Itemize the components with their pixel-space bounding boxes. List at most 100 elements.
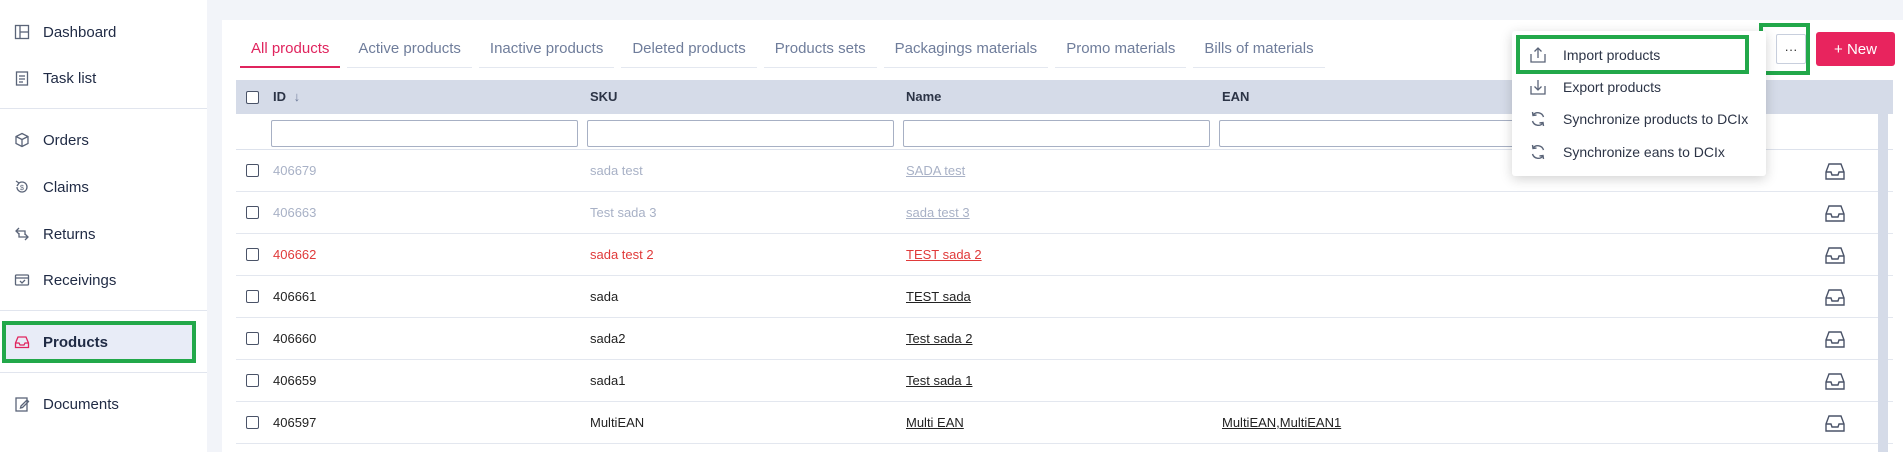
product-name-link[interactable]: sada test 3 — [906, 192, 970, 234]
table-row[interactable]: 406661 sada TEST sada — [236, 276, 1893, 318]
row-checkbox[interactable] — [246, 290, 259, 303]
more-actions-button[interactable]: ··· — [1776, 34, 1806, 64]
tab-promo-materials[interactable]: Promo materials — [1055, 38, 1187, 68]
refund-icon: $ — [13, 178, 31, 196]
sidebar-item-receivings[interactable]: Receivings — [6, 261, 193, 299]
box-icon — [13, 131, 31, 149]
menu-item-label: Export products — [1563, 79, 1662, 95]
table-row[interactable]: 406663 Test sada 3 sada test 3 — [236, 192, 1893, 234]
cell-id: 406679 — [273, 163, 317, 178]
tab-active-products[interactable]: Active products — [347, 38, 472, 68]
sidebar-item-label: Dashboard — [43, 23, 117, 41]
menu-item-sync-products[interactable]: Synchronize products to DCIx — [1512, 104, 1766, 134]
menu-item-label: Synchronize eans to DCIx — [1563, 144, 1725, 160]
sidebar-item-label: Returns — [43, 225, 96, 243]
sidebar-item-label: Documents — [43, 395, 119, 413]
filter-sku-input[interactable] — [587, 120, 894, 147]
column-header-sku[interactable]: SKU — [590, 80, 617, 114]
menu-item-import-products[interactable]: Import products — [1512, 40, 1766, 70]
inbox-icon[interactable] — [1824, 371, 1846, 391]
cell-sku: sada — [590, 289, 619, 304]
ean-link[interactable]: MultiEAN,MultiEAN1 — [1222, 402, 1341, 444]
product-name-link[interactable]: TEST sada 2 — [906, 234, 982, 276]
select-all-checkbox[interactable] — [246, 91, 259, 104]
sidebar-item-label: Receivings — [43, 271, 117, 289]
clipboard-icon — [13, 69, 31, 87]
cell-id: 406662 — [273, 247, 317, 262]
column-header-ean[interactable]: EAN — [1222, 80, 1249, 114]
inbox-icon[interactable] — [1824, 329, 1846, 349]
sidebar-item-label: Products — [43, 333, 109, 351]
sidebar-item-claims[interactable]: $ Claims — [6, 168, 193, 206]
product-name-link[interactable]: TEST sada — [906, 276, 971, 318]
table-row[interactable]: 406659 sada1 Test sada 1 — [236, 360, 1893, 402]
arrow-down-icon: ↓ — [293, 89, 301, 104]
receiving-icon — [13, 271, 31, 289]
dashboard-icon — [13, 23, 31, 41]
tabs: All products Active products Inactive pr… — [240, 38, 1332, 68]
inbox-icon[interactable] — [1824, 161, 1846, 181]
inbox-icon[interactable] — [1824, 203, 1846, 223]
row-checkbox[interactable] — [246, 206, 259, 219]
sidebar: Dashboard Task list Orders $ Claims Retu… — [0, 0, 207, 452]
cell-id: 406663 — [273, 205, 317, 220]
column-header-id[interactable]: ID ↓ — [273, 80, 300, 114]
table-row[interactable]: 406660 sada2 Test sada 2 — [236, 318, 1893, 360]
product-name-link[interactable]: Multi EAN — [906, 402, 964, 444]
cell-sku: MultiEAN — [590, 415, 645, 430]
cell-sku: sada1 — [590, 373, 626, 388]
row-checkbox[interactable] — [246, 416, 259, 429]
sidebar-item-dashboard[interactable]: Dashboard — [6, 13, 193, 51]
download-icon — [1527, 76, 1549, 98]
product-name-link[interactable]: SADA test — [906, 150, 965, 192]
product-name-link[interactable]: Test sada 1 — [906, 360, 973, 402]
inbox-icon[interactable] — [1824, 245, 1846, 265]
table-row[interactable]: 406597 MultiEAN Multi EAN MultiEAN,Multi… — [236, 402, 1893, 444]
sidebar-item-documents[interactable]: Documents — [6, 385, 193, 423]
filter-ean-input[interactable] — [1219, 120, 1529, 147]
cell-id: 406661 — [273, 289, 317, 304]
tab-bills-of-materials[interactable]: Bills of materials — [1193, 38, 1325, 68]
svg-text:$: $ — [20, 185, 24, 192]
cell-sku: sada test 2 — [590, 247, 654, 262]
tab-deleted-products[interactable]: Deleted products — [621, 38, 757, 68]
row-checkbox[interactable] — [246, 374, 259, 387]
cell-id: 406660 — [273, 331, 317, 346]
divider — [0, 372, 207, 373]
divider — [0, 310, 207, 311]
product-name-link[interactable]: Test sada 2 — [906, 318, 973, 360]
tab-products-sets[interactable]: Products sets — [763, 38, 877, 68]
sidebar-item-products[interactable]: Products — [6, 323, 193, 361]
tab-all-products[interactable]: All products — [240, 38, 341, 68]
cell-sku: Test sada 3 — [590, 205, 657, 220]
inbox-icon — [13, 333, 31, 351]
sidebar-item-orders[interactable]: Orders — [6, 121, 193, 159]
upload-icon — [1527, 44, 1549, 66]
inbox-icon[interactable] — [1824, 287, 1846, 307]
sidebar-item-task-list[interactable]: Task list — [6, 59, 193, 97]
row-checkbox[interactable] — [246, 164, 259, 177]
actions-dropdown-menu: Import products Export products Synchron… — [1512, 31, 1766, 176]
cell-id: 406659 — [273, 373, 317, 388]
table-row[interactable]: 406662 sada test 2 TEST sada 2 — [236, 234, 1893, 276]
cell-sku: sada2 — [590, 331, 626, 346]
filter-id-input[interactable] — [271, 120, 578, 147]
row-checkbox[interactable] — [246, 248, 259, 261]
tab-inactive-products[interactable]: Inactive products — [478, 38, 615, 68]
tab-packagings-materials[interactable]: Packagings materials — [883, 38, 1049, 68]
sidebar-item-returns[interactable]: Returns — [6, 215, 193, 253]
inbox-icon[interactable] — [1824, 413, 1846, 433]
menu-item-export-products[interactable]: Export products — [1512, 72, 1766, 102]
menu-item-label: Synchronize products to DCIx — [1563, 111, 1749, 127]
sidebar-item-label: Claims — [43, 178, 89, 196]
menu-item-sync-eans[interactable]: Synchronize eans to DCIx — [1512, 137, 1766, 167]
divider — [0, 108, 207, 109]
returns-icon — [13, 225, 31, 243]
column-header-name[interactable]: Name — [906, 80, 941, 114]
cell-sku: sada test — [590, 163, 643, 178]
row-checkbox[interactable] — [246, 332, 259, 345]
sidebar-item-label: Orders — [43, 131, 89, 149]
new-button[interactable]: + New — [1816, 32, 1895, 66]
filter-name-input[interactable] — [903, 120, 1210, 147]
scrollbar[interactable] — [1878, 80, 1888, 452]
